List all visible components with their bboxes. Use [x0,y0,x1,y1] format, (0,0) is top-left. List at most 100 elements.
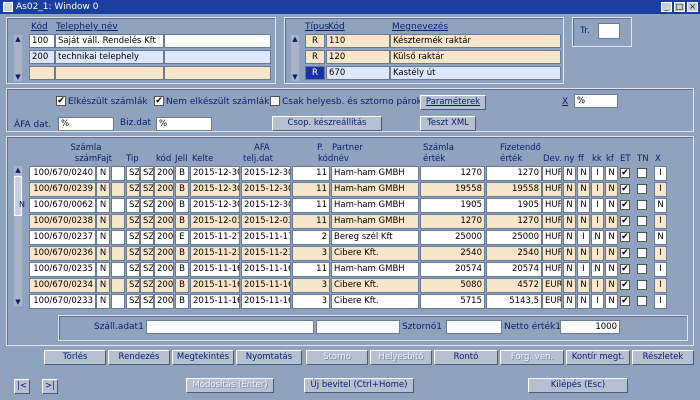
scroll-down-icon[interactable]: ▼ [14,73,22,81]
row-marker[interactable] [19,262,28,276]
cell-dev[interactable]: HUF [542,246,562,261]
telephely-extra-1[interactable] [164,34,271,48]
ronto-button[interactable]: Rontó [434,350,498,365]
cell-b[interactable] [111,246,125,261]
cell-jell[interactable]: B [175,246,189,261]
teszt-xml-button[interactable]: Teszt XML [420,116,476,131]
cell-tn[interactable] [637,200,647,210]
cell-afa[interactable]: 2015-11-23 [241,246,291,261]
cell-fajta[interactable]: N [96,262,110,277]
cell-kf[interactable]: N [605,246,618,261]
parameterek-button[interactable]: Paraméterek [420,95,486,110]
cell-ny[interactable]: N [563,262,576,277]
cell-ff[interactable]: N [577,246,590,261]
cell-afa[interactable]: 2015-12-30 [241,182,291,197]
cell-kk[interactable]: I [591,198,604,213]
cell-ny[interactable]: N [563,246,576,261]
row-marker[interactable] [19,166,28,180]
kilepes-button[interactable]: Kilépés (Esc) [528,378,628,393]
kontir-button[interactable]: Kontír megt. [566,350,630,365]
cell-afa[interactable]: 2015-11-16 [241,262,291,277]
cell-ff[interactable]: N [577,166,590,181]
cell-afa[interactable]: 2015-11-16 [241,294,291,309]
row-marker[interactable]: N [19,198,28,212]
cell-kf[interactable]: N [605,262,618,277]
cell-kelte[interactable]: 2015-11-16 [190,278,240,293]
close-icon[interactable]: × [687,2,698,12]
row-marker[interactable] [19,294,28,308]
cell-p[interactable]: 11 [292,214,330,229]
cell-kk[interactable]: N [591,262,604,277]
cell-et[interactable]: ✔ [620,216,630,226]
szall-adat-field[interactable] [146,320,314,334]
cell-ertek[interactable]: 5715 [420,294,485,309]
cell-ff[interactable]: I [577,262,590,277]
cell-et[interactable]: ✔ [620,280,630,290]
cell-fajta[interactable]: N [96,166,110,181]
cell-kf[interactable]: N [605,214,618,229]
rendezes-button[interactable]: Rendezés [108,350,170,365]
cell-kf[interactable]: N [605,182,618,197]
cell-kod[interactable]: 200 [154,214,174,229]
col-x[interactable]: X [655,154,661,164]
scroll-up-icon[interactable]: ▲ [291,35,299,43]
cell-dev[interactable]: HUF [542,214,562,229]
cell-tn[interactable] [637,184,647,194]
cell-kod[interactable]: 200 [154,278,174,293]
col-tip[interactable]: Tip [126,154,139,164]
cell-dev[interactable]: EUR [542,294,562,309]
cell-tip2[interactable]: SZ [140,230,154,245]
col-tn[interactable]: TN [637,154,649,164]
cell-kk[interactable]: I [591,246,604,261]
cell-ertek[interactable]: 2540 [420,246,485,261]
cell-dev[interactable]: EUR [542,278,562,293]
raktar-megnevezes-2[interactable]: Külső raktár [390,50,561,64]
cell-kod[interactable]: 200 [154,230,174,245]
modositas-button[interactable]: Módosítás (Enter) [186,378,274,393]
cell-tip[interactable]: SZ [126,214,140,229]
cell-partner[interactable]: Cibere Kft. [331,246,419,261]
cell-szam[interactable]: 100/670/0240 [29,166,96,181]
cell-partner[interactable]: Bereg szél Kft [331,230,419,245]
col-p-1[interactable]: P. [317,143,324,153]
cell-fiz[interactable]: 2540 [486,246,542,261]
col-kod[interactable]: kód [156,154,171,164]
cell-b[interactable] [111,166,125,181]
sztorno-field[interactable] [446,320,502,334]
cell-tn[interactable] [637,248,647,258]
storno-button[interactable]: Storno [306,350,368,365]
col-szertek-1[interactable]: Számla [423,143,454,153]
cell-kk[interactable]: I [591,294,604,309]
cell-tip2[interactable]: SZ [140,294,154,309]
cell-fiz[interactable]: 25000 [486,230,542,245]
cell-kelte[interactable]: 2015-11-27 [190,230,240,245]
telephely-kod-1[interactable]: 100 [29,34,55,48]
cell-kod[interactable]: 200 [154,166,174,181]
cell-et[interactable]: ✔ [620,264,630,274]
scroll-down-icon[interactable]: ▼ [291,73,299,81]
helyesbito-button[interactable]: Helyesbítő [370,350,432,365]
minimize-icon[interactable]: _ [661,2,672,12]
row-marker[interactable] [19,278,28,292]
cell-ertek[interactable]: 20574 [420,262,485,277]
cell-tip2[interactable]: SZ [140,166,154,181]
cell-et[interactable]: ✔ [620,200,630,210]
cell-dev[interactable]: HUF [542,230,562,245]
cell-ff[interactable]: N [577,182,590,197]
col-szamla-szam[interactable]: Számla [66,143,106,153]
cell-szam[interactable]: 100/670/0062 [29,198,96,213]
cell-et[interactable]: ✔ [620,248,630,258]
reszletek-button[interactable]: Részletek [632,350,694,365]
cell-partner[interactable]: Cibere Kft. [331,278,419,293]
cell-kk[interactable]: I [591,182,604,197]
col-kelte[interactable]: Kelte [192,154,213,164]
cell-tip[interactable]: SZ [126,198,140,213]
cell-tip[interactable]: SZ [126,166,140,181]
raktar-tipus-1[interactable]: R [305,34,325,48]
cell-kk[interactable]: I [591,166,604,181]
col-fiz-1[interactable]: Fizetendő [500,143,541,153]
cell-tip[interactable]: SZ [126,182,140,197]
raktar-tipus-2[interactable]: R [305,50,325,64]
cell-x[interactable]: I [654,214,667,229]
raktar-megnevezes-1[interactable]: Késztermék raktár [390,34,561,48]
